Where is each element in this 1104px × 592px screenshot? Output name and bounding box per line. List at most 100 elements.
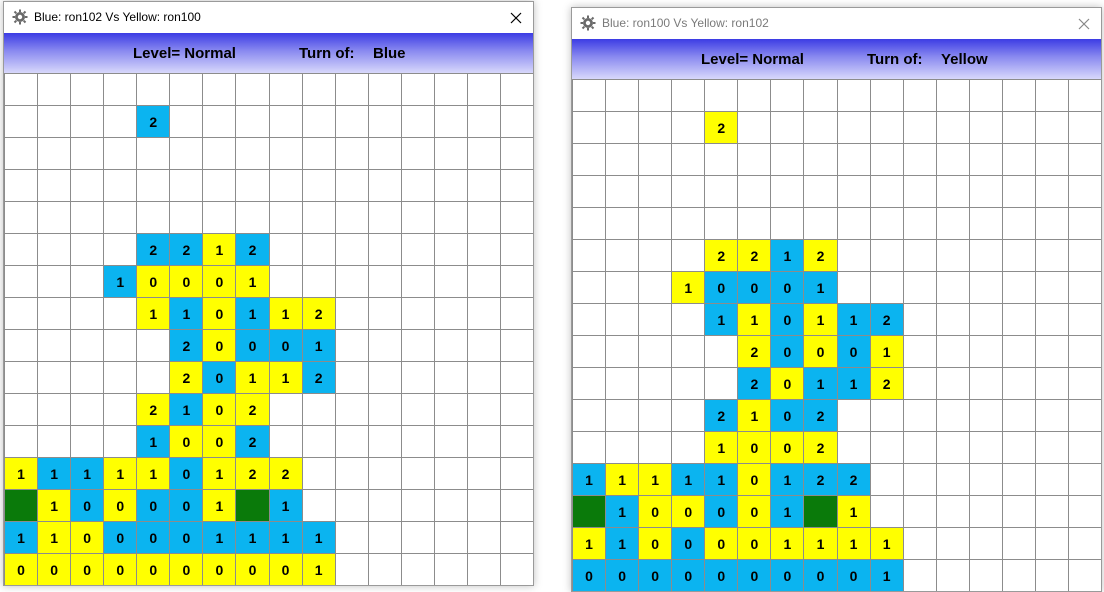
board-cell-empty[interactable] xyxy=(334,169,369,202)
board-cell-empty[interactable] xyxy=(704,335,739,368)
board-cell-empty[interactable] xyxy=(1034,559,1069,591)
board-cell-empty[interactable] xyxy=(334,105,369,138)
board-cell-empty[interactable] xyxy=(902,559,937,591)
board-cell-empty[interactable] xyxy=(37,297,72,330)
board-cell-empty[interactable] xyxy=(268,73,303,106)
board-cell-blue[interactable]: 0 xyxy=(770,335,805,368)
board-cell-yellow[interactable]: 0 xyxy=(37,553,72,585)
board-cell-blue[interactable]: 1 xyxy=(770,495,805,528)
board-cell-empty[interactable] xyxy=(968,79,1003,112)
board-cell-blue[interactable]: 0 xyxy=(770,271,805,304)
board-cell-empty[interactable] xyxy=(466,521,501,554)
board-cell-blue[interactable]: 0 xyxy=(136,489,171,522)
board-cell-empty[interactable] xyxy=(433,361,468,394)
board-cell-blue[interactable]: 0 xyxy=(836,559,871,591)
board-cell-empty[interactable] xyxy=(499,361,533,394)
board-cell-empty[interactable] xyxy=(400,233,435,266)
board-cell-empty[interactable] xyxy=(935,431,970,464)
board-cell-blue[interactable]: 1 xyxy=(70,457,105,490)
board-cell-empty[interactable] xyxy=(1001,495,1036,528)
board-cell-blue[interactable]: 0 xyxy=(169,457,204,490)
board-cell-empty[interactable] xyxy=(70,297,105,330)
board-cell-empty[interactable] xyxy=(466,73,501,106)
board-cell-empty[interactable] xyxy=(400,73,435,106)
board-cell-empty[interactable] xyxy=(902,303,937,336)
board-cell-empty[interactable] xyxy=(902,207,937,240)
board-cell-yellow[interactable]: 0 xyxy=(704,527,739,560)
board-cell-empty[interactable] xyxy=(70,393,105,426)
board-cell-empty[interactable] xyxy=(1034,495,1069,528)
board-cell-empty[interactable] xyxy=(1067,431,1101,464)
board-cell-empty[interactable] xyxy=(1067,143,1101,176)
board-cell-empty[interactable] xyxy=(638,143,673,176)
board-cell-empty[interactable] xyxy=(367,521,402,554)
board-cell-blue[interactable]: 1 xyxy=(169,393,204,426)
board-cell-empty[interactable] xyxy=(1034,463,1069,496)
board-cell-empty[interactable] xyxy=(367,553,402,585)
board-cell-yellow[interactable]: 1 xyxy=(301,553,336,585)
board-cell-yellow[interactable]: 0 xyxy=(737,527,772,560)
board-cell-yellow[interactable]: 0 xyxy=(202,265,237,298)
board-cell-yellow[interactable]: 1 xyxy=(37,489,72,522)
board-cell-yellow[interactable]: 2 xyxy=(704,111,739,144)
board-cell-empty[interactable] xyxy=(803,79,838,112)
board-cell-blue[interactable]: 0 xyxy=(136,521,171,554)
board-cell-empty[interactable] xyxy=(169,201,204,234)
board-cell-blue[interactable]: 0 xyxy=(103,521,138,554)
board-cell-empty[interactable] xyxy=(572,367,607,400)
board-cell-empty[interactable] xyxy=(37,169,72,202)
board-cell-empty[interactable] xyxy=(968,335,1003,368)
board-cell-empty[interactable] xyxy=(605,399,640,432)
board-cell-empty[interactable] xyxy=(968,111,1003,144)
board-cell-empty[interactable] xyxy=(301,265,336,298)
board-cell-empty[interactable] xyxy=(433,233,468,266)
board-cell-empty[interactable] xyxy=(466,329,501,362)
board-cell-empty[interactable] xyxy=(869,495,904,528)
board-cell-empty[interactable] xyxy=(935,367,970,400)
board-cell-yellow[interactable]: 0 xyxy=(803,335,838,368)
board-cell-blue[interactable]: 1 xyxy=(136,425,171,458)
board-cell-empty[interactable] xyxy=(301,457,336,490)
board-cell-blue[interactable]: 1 xyxy=(268,489,303,522)
board-cell-yellow[interactable]: 1 xyxy=(235,265,270,298)
board-cell-empty[interactable] xyxy=(1001,399,1036,432)
board-cell-empty[interactable] xyxy=(1034,79,1069,112)
board-cell-empty[interactable] xyxy=(737,79,772,112)
board-cell-empty[interactable] xyxy=(334,265,369,298)
board-cell-empty[interactable] xyxy=(103,169,138,202)
board-cell-empty[interactable] xyxy=(499,169,533,202)
board-cell-empty[interactable] xyxy=(1067,335,1101,368)
board-cell-empty[interactable] xyxy=(1067,367,1101,400)
board-cell-blue[interactable]: 0 xyxy=(704,559,739,591)
board-cell-empty[interactable] xyxy=(935,495,970,528)
board-cell-empty[interactable] xyxy=(935,303,970,336)
board-cell-blue[interactable]: 2 xyxy=(136,105,171,138)
board-cell-yellow[interactable]: 2 xyxy=(169,361,204,394)
board-cell-empty[interactable] xyxy=(1067,207,1101,240)
board-cell-yellow[interactable]: 2 xyxy=(737,335,772,368)
board-cell-empty[interactable] xyxy=(268,137,303,170)
board-cell-empty[interactable] xyxy=(902,495,937,528)
board-cell-empty[interactable] xyxy=(1001,367,1036,400)
board-cell-empty[interactable] xyxy=(70,73,105,106)
board-cell-empty[interactable] xyxy=(37,201,72,234)
board-cell-empty[interactable] xyxy=(1001,239,1036,272)
board-cell-yellow[interactable]: 0 xyxy=(770,367,805,400)
board-cell-empty[interactable] xyxy=(671,207,706,240)
board-cell-empty[interactable] xyxy=(70,233,105,266)
board-cell-blue[interactable]: 1 xyxy=(704,303,739,336)
board-cell-yellow[interactable]: 2 xyxy=(136,393,171,426)
board-cell-empty[interactable] xyxy=(737,143,772,176)
board-cell-empty[interactable] xyxy=(235,169,270,202)
board-cell-empty[interactable] xyxy=(367,457,402,490)
board-cell-empty[interactable] xyxy=(367,297,402,330)
board-cell-blue[interactable]: 1 xyxy=(301,329,336,362)
board-cell-empty[interactable] xyxy=(334,329,369,362)
board-cell-yellow[interactable]: 1 xyxy=(4,457,39,490)
board-cell-blue[interactable]: 1 xyxy=(103,265,138,298)
board-cell-yellow[interactable]: 1 xyxy=(268,297,303,330)
board-cell-empty[interactable] xyxy=(671,143,706,176)
board-cell-empty[interactable] xyxy=(268,393,303,426)
board-cell-blue[interactable]: 0 xyxy=(671,527,706,560)
board-cell-empty[interactable] xyxy=(334,457,369,490)
